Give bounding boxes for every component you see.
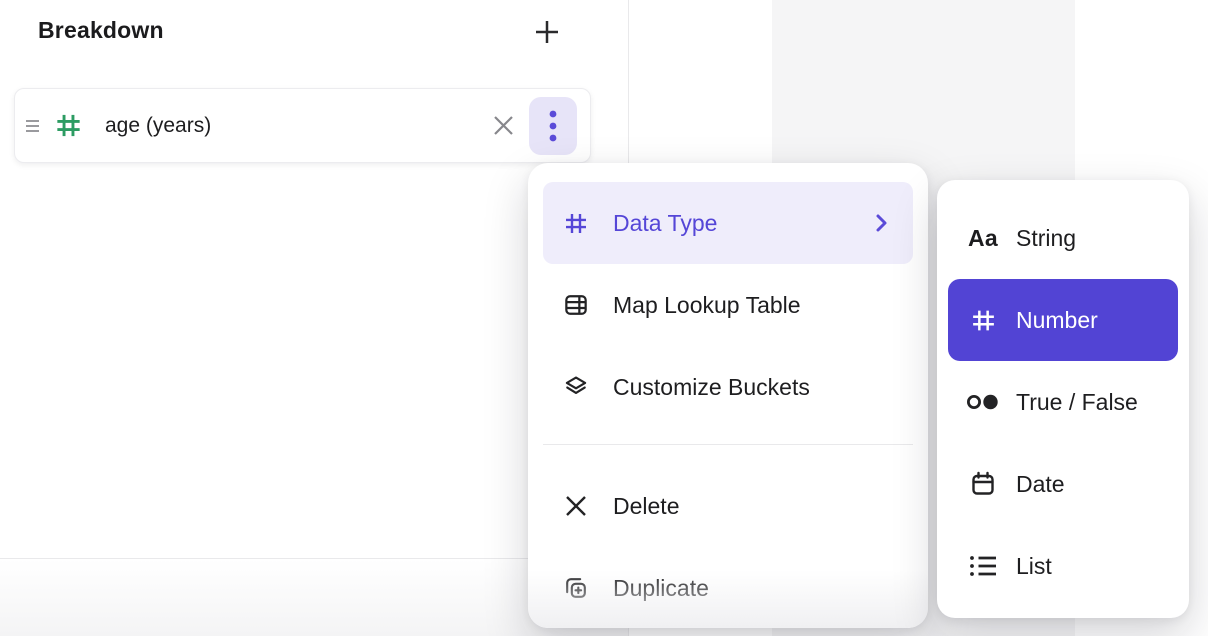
submenu-item-number[interactable]: Number: [948, 279, 1178, 361]
hash-icon: [563, 210, 589, 237]
menu-item-label: Duplicate: [613, 575, 891, 602]
submenu-item-label: String: [1016, 225, 1076, 252]
menu-item-label: Delete: [613, 493, 891, 520]
menu-item-map-lookup-table[interactable]: Map Lookup Table: [543, 264, 913, 346]
submenu-item-true-false[interactable]: True / False: [948, 361, 1178, 443]
breakdown-field-card: age (years): [14, 88, 591, 163]
x-icon: [490, 112, 517, 139]
chevron-right-icon: [871, 212, 891, 234]
field-context-menu: Data Type Map Lookup Table: [528, 163, 928, 628]
x-icon: [563, 493, 589, 520]
boolean-circles-icon: [963, 388, 1003, 416]
hash-icon: [963, 306, 1003, 334]
submenu-item-label: True / False: [1016, 389, 1138, 416]
menu-item-label: Map Lookup Table: [613, 292, 891, 319]
list-icon: [963, 552, 1003, 580]
submenu-item-list[interactable]: List: [948, 525, 1178, 607]
remove-field-button[interactable]: [485, 108, 521, 144]
menu-item-label: Customize Buckets: [613, 374, 891, 401]
data-type-submenu: Aa String Number True / False: [937, 180, 1189, 618]
kebab-dots-icon: [548, 109, 558, 143]
menu-item-delete[interactable]: Delete: [543, 465, 913, 547]
field-label: age (years): [105, 114, 485, 138]
hash-icon: [54, 111, 83, 140]
submenu-item-date[interactable]: Date: [948, 443, 1178, 525]
page-title: Breakdown: [38, 17, 164, 44]
submenu-item-label: Date: [1016, 471, 1065, 498]
duplicate-plus-icon: [563, 575, 589, 602]
menu-item-label: Data Type: [613, 210, 871, 237]
string-aa-icon: Aa: [963, 224, 1003, 252]
field-menu-button[interactable]: [529, 97, 577, 155]
app-canvas: Breakdown age (years): [0, 0, 1208, 636]
menu-item-customize-buckets[interactable]: Customize Buckets: [543, 346, 913, 428]
calendar-icon: [963, 470, 1003, 498]
add-breakdown-button[interactable]: [530, 15, 564, 49]
submenu-item-label: List: [1016, 553, 1052, 580]
submenu-item-label: Number: [1016, 307, 1098, 334]
menu-item-duplicate[interactable]: Duplicate: [543, 547, 913, 628]
submenu-item-string[interactable]: Aa String: [948, 197, 1178, 279]
menu-divider: [543, 444, 913, 445]
menu-item-data-type[interactable]: Data Type: [543, 182, 913, 264]
table-icon: [563, 292, 589, 319]
drag-handle-icon[interactable]: [25, 117, 41, 135]
plus-icon: [532, 17, 562, 47]
layers-icon: [563, 374, 589, 401]
